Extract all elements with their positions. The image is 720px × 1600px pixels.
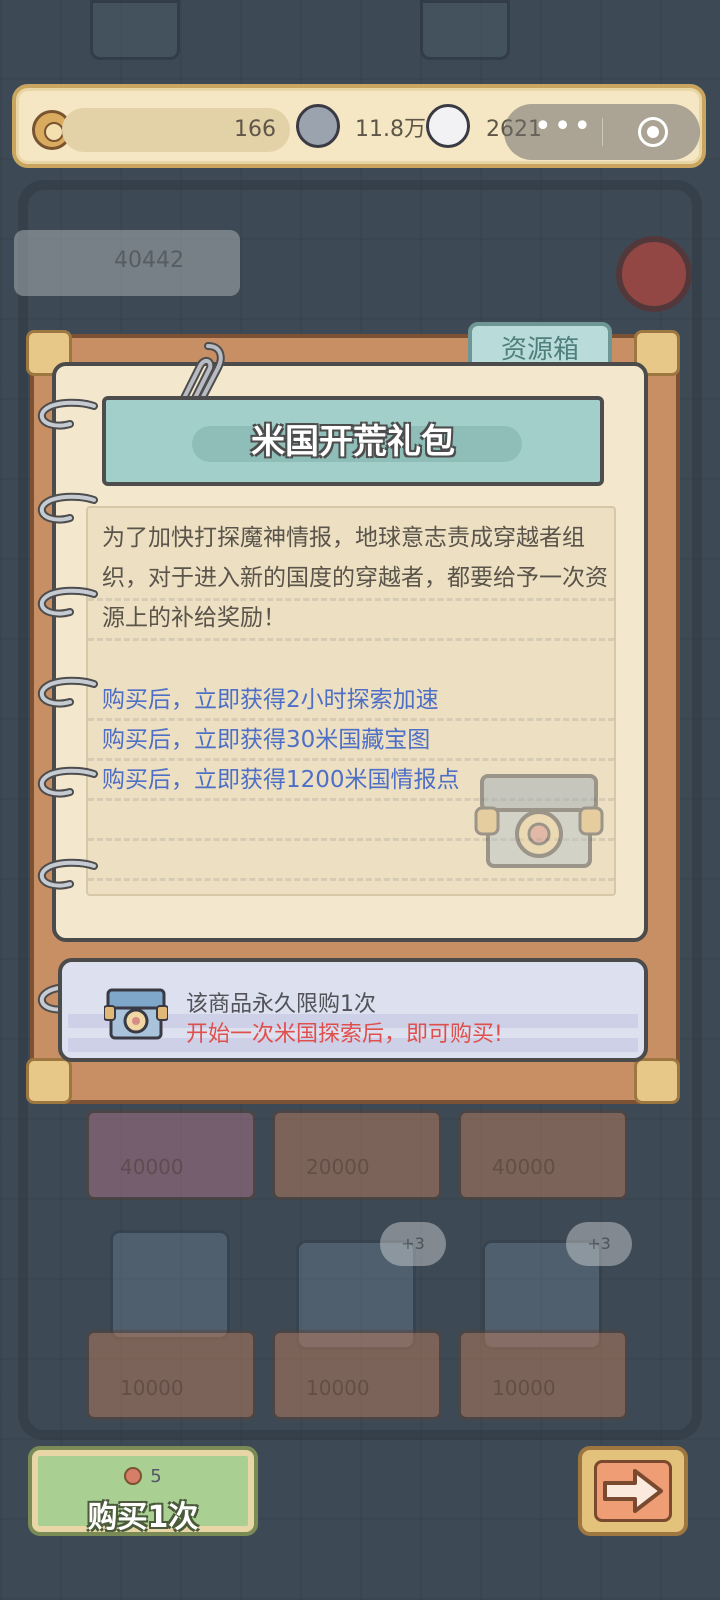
- background-bubble: +3: [566, 1222, 632, 1266]
- background-price: 20000: [306, 1155, 370, 1179]
- background-card: [272, 1330, 442, 1420]
- binder-ring-icon: [37, 858, 98, 890]
- background-price: 10000: [306, 1376, 370, 1400]
- purchase-limit-text: 该商品永久限购1次: [186, 992, 376, 1017]
- ruled-line: [88, 638, 614, 641]
- buy-once-button[interactable]: 5 购买1次: [28, 1446, 258, 1536]
- badge-count: 166: [62, 108, 290, 152]
- purchase-condition-text: 开始一次米国探索后，即可购买!: [186, 1022, 503, 1047]
- close-miniprogram-icon[interactable]: [638, 117, 668, 147]
- binder-ring-icon: [37, 766, 98, 798]
- wechat-capsule: •••: [504, 104, 700, 160]
- background-item: [110, 1230, 230, 1340]
- background-price: 40000: [120, 1155, 184, 1179]
- buy-button-label: 购买1次: [87, 1500, 199, 1535]
- background-bubble: +3: [380, 1222, 446, 1266]
- background-price: 10000: [492, 1376, 556, 1400]
- title-banner: 米国开荒礼包: [102, 396, 604, 486]
- background-red-button: [616, 236, 692, 312]
- next-page-panel: [594, 1460, 672, 1522]
- buy-cost: 5: [32, 1466, 254, 1487]
- badge-currency-icon: [124, 1467, 143, 1485]
- more-menu-icon[interactable]: •••: [534, 112, 593, 142]
- dark-coin-count: 11.8万: [355, 117, 426, 142]
- treasure-chest-icon: [104, 988, 168, 1040]
- corner-bracket: [634, 1058, 680, 1104]
- background-price: 40000: [492, 1155, 556, 1179]
- background-pipe: [90, 0, 180, 60]
- treasure-chest-illustration: [474, 774, 604, 868]
- purchase-limit-panel: 该商品永久限购1次 开始一次米国探索后，即可购买!: [58, 958, 648, 1062]
- background-counter-panel: 40442: [14, 230, 240, 296]
- background-counter-text: 40442: [114, 248, 184, 273]
- arrow-right-icon: [603, 1469, 663, 1513]
- background-card: [458, 1330, 628, 1420]
- pack-title: 米国开荒礼包: [251, 422, 455, 462]
- corner-bracket: [26, 1058, 72, 1104]
- binder-ring-icon: [37, 398, 98, 430]
- benefit-line: 购买后，立即获得1200米国情报点: [102, 767, 460, 793]
- background-pipe: [420, 0, 510, 60]
- background-card: [86, 1330, 256, 1420]
- binder-ring-icon: [37, 586, 98, 618]
- buy-cost-value: 5: [150, 1466, 162, 1487]
- capsule-divider: [602, 118, 603, 146]
- binder-ring-icon: [37, 492, 98, 524]
- background-price: 10000: [120, 1376, 184, 1400]
- binder-ring-icon: [37, 676, 98, 708]
- ruled-line: [88, 878, 614, 881]
- benefit-line: 购买后，立即获得2小时探索加速: [102, 687, 439, 713]
- pack-description: 为了加快打探魔神情报，地球意志责成穿越者组织，对于进入新的国度的穿越者，都要给予…: [102, 525, 608, 631]
- next-page-button[interactable]: [578, 1446, 688, 1536]
- benefit-line: 购买后，立即获得30米国藏宝图: [102, 727, 431, 753]
